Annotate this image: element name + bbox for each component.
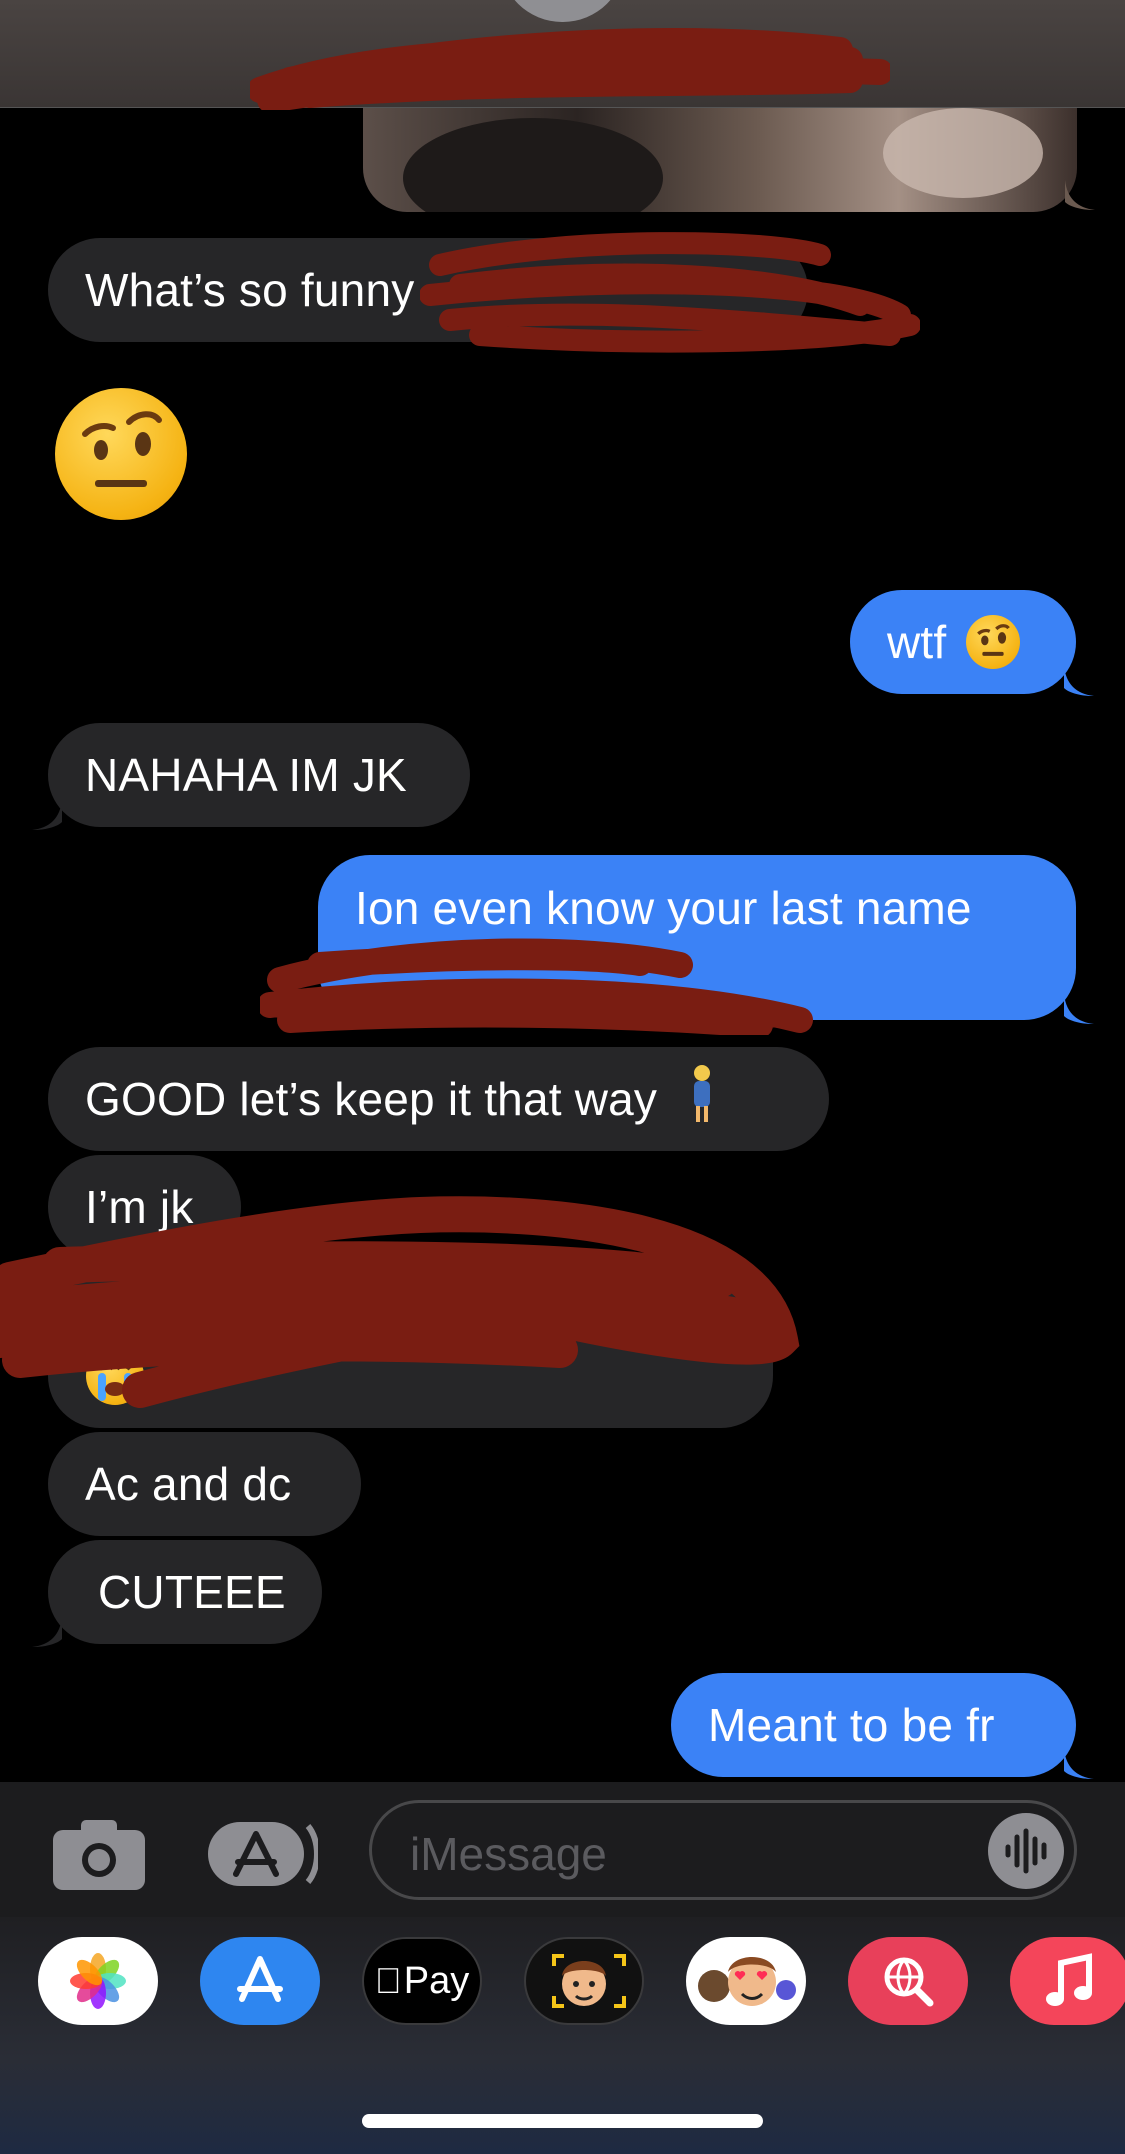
message-text: I’m jk xyxy=(85,1181,194,1233)
face-with-raised-eyebrow-icon[interactable] xyxy=(55,388,187,520)
app-store-icon[interactable] xyxy=(208,1820,320,1888)
camera-icon[interactable] xyxy=(53,1818,145,1890)
bubble-tail xyxy=(1065,180,1095,210)
image-message[interactable] xyxy=(363,108,1077,212)
incoming-message[interactable]: Ac and dc xyxy=(48,1432,361,1536)
woman-standing-icon xyxy=(687,1064,717,1135)
message-text: wtf xyxy=(887,616,947,668)
memoji-hearts-icon[interactable] xyxy=(686,1937,806,2025)
bubble-tail xyxy=(32,1617,62,1647)
globe-search-icon[interactable] xyxy=(848,1937,968,2025)
apple-pay-label: Pay xyxy=(390,1959,469,2002)
conversation-header xyxy=(0,0,1125,110)
incoming-message-redacted[interactable] xyxy=(48,1263,773,1428)
message-text: GOOD let’s keep it that way xyxy=(85,1073,658,1125)
photos-icon[interactable] xyxy=(38,1937,158,2025)
home-indicator[interactable] xyxy=(362,2114,763,2128)
app-drawer: Pay xyxy=(0,1917,1125,2154)
music-note-icon[interactable] xyxy=(1010,1937,1125,2025)
bubble-tail xyxy=(1064,1749,1094,1779)
memoji-icon[interactable] xyxy=(524,1937,644,2025)
outgoing-message[interactable]: Ion even know your last name xyxy=(318,855,1076,1020)
app-store-icon[interactable] xyxy=(200,1937,320,2025)
bubble-tail xyxy=(32,800,62,830)
message-text: NAHAHA IM JK xyxy=(85,749,407,801)
message-input[interactable]: iMessage xyxy=(369,1800,1077,1900)
face-with-raised-eyebrow-icon xyxy=(966,615,1021,669)
message-text: Ac and dc xyxy=(85,1458,292,1510)
outgoing-message[interactable]: wtf xyxy=(850,590,1076,694)
contact-avatar[interactable] xyxy=(500,0,625,22)
incoming-message[interactable]: I’m jk xyxy=(48,1155,241,1259)
bubble-tail xyxy=(1064,666,1094,696)
outgoing-message[interactable]: Meant to be fr xyxy=(671,1673,1076,1777)
message-text: Ion even know your last name xyxy=(355,882,972,934)
incoming-message[interactable]: CUTEEE xyxy=(48,1540,322,1644)
message-text: CUTEEE xyxy=(98,1566,286,1618)
message-input-placeholder: iMessage xyxy=(410,1828,607,1880)
message-text: Meant to be fr xyxy=(708,1699,995,1751)
bubble-tail xyxy=(1064,994,1094,1024)
incoming-message[interactable]: NAHAHA IM JK xyxy=(48,723,470,827)
incoming-message[interactable]: What’s so funny xyxy=(48,238,808,342)
redaction-scribble xyxy=(250,28,890,110)
incoming-message[interactable]: GOOD let’s keep it that way xyxy=(48,1047,829,1151)
loudly-crying-face-icon xyxy=(86,1347,144,1405)
composer-bar: iMessage xyxy=(0,1782,1125,1917)
message-text: What’s so funny xyxy=(85,264,415,316)
apple-pay-button[interactable]: Pay xyxy=(362,1937,482,2025)
waveform-icon[interactable] xyxy=(988,1813,1064,1889)
